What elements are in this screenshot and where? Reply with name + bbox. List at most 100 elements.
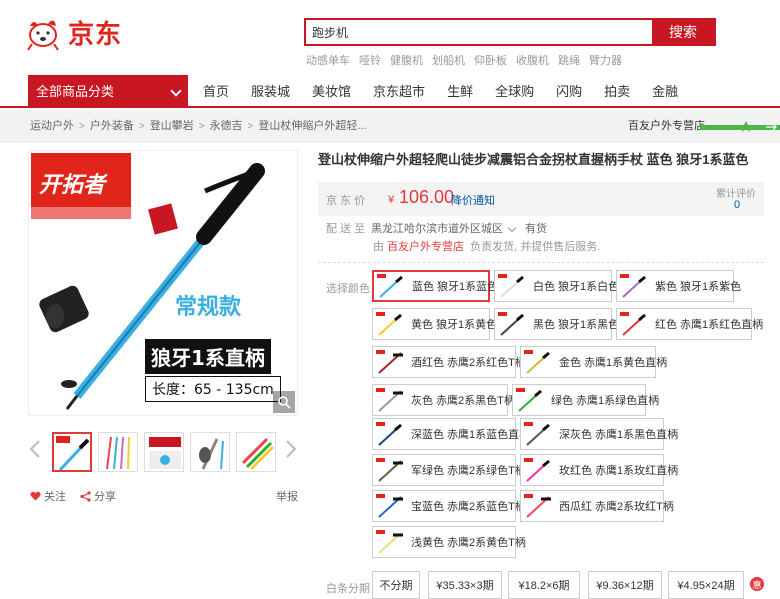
nav-item-clothing[interactable]: 服装城 [240,75,301,108]
hot-word-link[interactable]: 健腹机 [390,52,423,68]
color-option[interactable]: 绿色 赤鹰1系绿色直柄 [512,384,659,416]
color-option[interactable]: 深灰色 赤鹰1系黑色直柄 [520,418,678,450]
chevron-down-icon [170,85,182,97]
ship-label: 配 送 至 [326,223,366,235]
color-option[interactable]: 浅黄色 赤鹰2系黄色T柄 [372,526,526,558]
follow-button[interactable]: 关注 [30,488,66,504]
thumbnail[interactable] [144,432,184,472]
nav-item-auction[interactable]: 拍卖 [593,75,641,108]
nav-item-supermarket[interactable]: 京东超市 [362,75,436,108]
seller-shop-link[interactable]: 百友户外专营店 [387,241,464,253]
installment-option[interactable]: ¥18.2×6期 [508,571,580,599]
share-label: 分享 [94,491,116,503]
swatch-thumbnail [497,273,527,299]
breadcrumb-item[interactable]: 户外装备 [90,110,134,143]
swatch-thumbnail [375,421,405,447]
review-count-link[interactable]: 0 [734,199,740,211]
color-option[interactable]: 蓝色 狼牙1系蓝色 [372,270,498,302]
seller-prefix: 由 [373,241,384,253]
color-option[interactable]: 灰色 赤鹰2系黑色T柄 [372,384,515,416]
nav-item-home[interactable]: 首页 [192,75,240,108]
hot-word-link[interactable]: 仰卧板 [474,52,507,68]
ship-region-select[interactable]: 黑龙江哈尔滨市道外区城区 [371,220,503,236]
color-option[interactable]: 黄色 狼牙1系黄色 [372,308,497,340]
swatch-thumbnail [375,349,405,375]
color-option[interactable]: 军绿色 赤鹰2系绿色T柄 [372,454,526,486]
swatch-thumbnail [523,493,553,519]
swatch-thumbnail [375,493,405,519]
color-option[interactable]: 金色 赤鹰1系黄色直柄 [520,346,667,378]
breadcrumb: 运动户外 > 户外装备 > 登山攀岩 > 永德吉 > 登山杖伸缩户外超轻... [30,110,367,143]
hot-word-link[interactable]: 划船机 [432,52,465,68]
product-actions: 关注 分享 举报 [30,488,298,504]
chevron-right-icon: > [138,121,145,132]
hot-words: 动感单车 哑铃 健腹机 划船机 仰卧板 收腹机 跳绳 臂力器 [306,52,622,68]
installment-option[interactable]: ¥4.95×24期 [668,571,744,599]
price-notify-link[interactable]: 降价通知 [451,192,495,208]
color-option[interactable]: 西瓜红 赤鹰2系玫红T柄 [520,490,674,522]
breadcrumb-item[interactable]: 运动户外 [30,110,74,143]
price-value: 106.00 [399,187,455,207]
color-option[interactable]: 白色 狼牙1系白色 [494,270,619,302]
search-button[interactable]: 搜索 [652,20,714,44]
breadcrumb-item-current: 登山杖伸缩户外超轻... [258,120,367,132]
hot-word-link[interactable]: 臂力器 [589,52,622,68]
nav-item-finance[interactable]: 金融 [641,75,689,108]
nav-item-global[interactable]: 全球购 [484,75,545,108]
color-option[interactable]: 深蓝色 赤鹰1系蓝色直柄 [372,418,530,450]
color-option[interactable]: 酒红色 赤鹰2系红色T柄 [372,346,526,378]
nav-links: 首页 服装城 美妆馆 京东超市 生鲜 全球购 闪购 拍卖 金融 [192,75,689,108]
thumbnail[interactable] [52,432,92,472]
color-option[interactable]: 宝蓝色 赤鹰2系蓝色T柄 [372,490,526,522]
swatch-thumbnail [375,311,405,337]
nav-item-beauty[interactable]: 美妆馆 [301,75,362,108]
color-option[interactable]: 红色 赤鹰1系红色直柄 [616,308,763,340]
breadcrumb-item[interactable]: 永德吉 [210,110,243,143]
thumbnail[interactable] [190,432,230,472]
product-main-image[interactable]: 开拓者 常规款 狼牙1系直柄 长度：65 - 135cm [28,150,298,416]
search-input[interactable] [306,20,652,44]
discount-badge-icon: 惠 [750,577,764,591]
price-currency: ¥ [388,194,395,206]
thumbnail-strip [28,430,298,474]
price-box: 京 东 价 ¥ 106.00 降价通知 累计评价 0 [318,182,764,216]
swatch-thumbnail [515,387,545,413]
thumbnail[interactable] [98,432,138,472]
nav-item-flash[interactable]: 闪购 [545,75,593,108]
all-categories-label: 全部商品分类 [36,84,115,99]
installment-option[interactable]: ¥9.36×12期 [588,571,662,599]
hot-word-link[interactable]: 收腹机 [516,52,549,68]
jd-logo[interactable]: 京东 [26,14,122,51]
brand-badge: 开拓者 [39,173,106,198]
all-categories-menu[interactable]: 全部商品分类 [28,75,188,108]
installment-option[interactable]: 不分期 [372,571,420,599]
model-tag: 狼牙1系直柄 [145,339,271,374]
hot-word-link[interactable]: 哑铃 [359,52,381,68]
swatch-thumbnail [619,273,649,299]
color-option[interactable]: 玫红色 赤鹰1系玫红直柄 [520,454,678,486]
share-icon [80,490,91,502]
color-option[interactable]: 紫色 狼牙1系紫色 [616,270,741,302]
shop-rating-bar [700,121,780,132]
swatch-thumbnail [375,457,405,483]
zoom-button[interactable] [273,391,295,413]
chevron-right-icon[interactable] [286,440,296,458]
chevron-down-icon [507,223,517,233]
hot-word-link[interactable]: 动感单车 [306,52,350,68]
installment-option[interactable]: ¥35.33×3期 [428,571,502,599]
swatch-thumbnail [523,457,553,483]
header: 京东 搜索 动感单车 哑铃 健腹机 划船机 仰卧板 收腹机 跳绳 臂力器 [0,0,780,75]
shop-name-link[interactable]: 百友户外专营店 [628,110,705,143]
thumbnail[interactable] [236,432,276,472]
divider [318,262,764,263]
chevron-left-icon[interactable] [30,440,40,458]
share-button[interactable]: 分享 [80,488,116,504]
breadcrumb-item[interactable]: 登山攀岩 [150,110,194,143]
heart-icon [30,491,41,501]
nav-item-fresh[interactable]: 生鲜 [436,75,484,108]
report-link[interactable]: 举报 [276,488,298,504]
magnifier-icon [278,396,291,409]
length-tag: 长度：65 - 135cm [145,376,281,402]
color-option[interactable]: 黑色 狼牙1系黑色 [494,308,619,340]
hot-word-link[interactable]: 跳绳 [558,52,580,68]
